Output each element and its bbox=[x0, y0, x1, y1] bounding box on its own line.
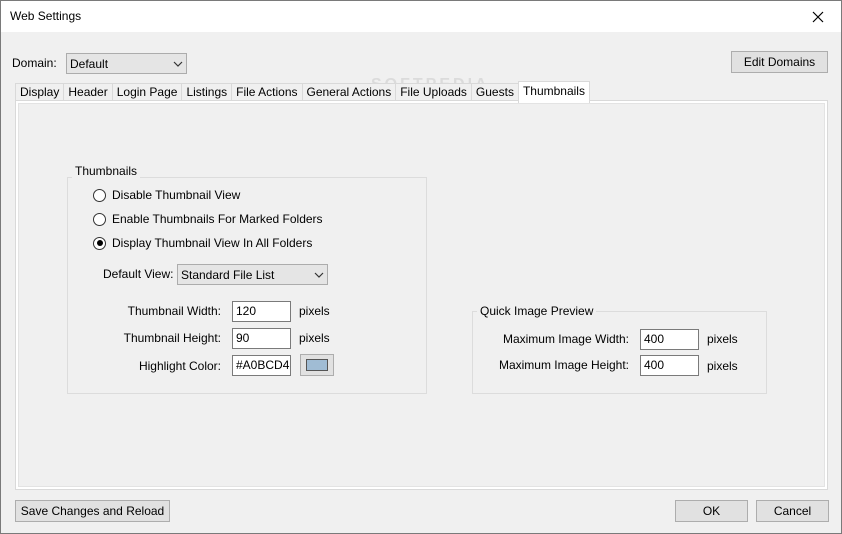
radio-button-selected[interactable] bbox=[93, 236, 106, 250]
cancel-button[interactable]: Cancel bbox=[756, 500, 829, 522]
radio-enable-thumbnails-marked-folders[interactable]: Enable Thumbnails For Marked Folders bbox=[93, 212, 323, 226]
radio-button[interactable] bbox=[93, 188, 106, 202]
color-swatch bbox=[306, 359, 328, 371]
thumbnail-width-label: Thumbnail Width: bbox=[127, 304, 221, 318]
domain-select-value: Default bbox=[70, 56, 109, 71]
thumbnail-width-input[interactable]: 120 bbox=[232, 301, 291, 322]
default-view-select[interactable]: Standard File List bbox=[177, 264, 328, 285]
max-image-width-unit: pixels bbox=[707, 332, 738, 346]
ok-button[interactable]: OK bbox=[675, 500, 748, 522]
chevron-down-icon bbox=[311, 265, 327, 284]
chevron-down-icon bbox=[170, 54, 186, 73]
domain-select[interactable]: Default bbox=[66, 53, 187, 74]
radio-label: Display Thumbnail View In All Folders bbox=[112, 236, 313, 250]
highlight-color-input[interactable]: #A0BCD4 bbox=[232, 355, 291, 376]
highlight-color-label: Highlight Color: bbox=[138, 359, 221, 373]
web-settings-window: Web Settings Domain: Default Edit Domain… bbox=[0, 0, 842, 534]
thumbnail-height-input[interactable]: 90 bbox=[232, 328, 291, 349]
radio-button[interactable] bbox=[93, 212, 106, 226]
settings-tabs: Display Header Login Page Listings File … bbox=[15, 81, 590, 103]
edit-domains-button[interactable]: Edit Domains bbox=[731, 51, 828, 73]
max-image-height-input[interactable]: 400 bbox=[640, 355, 699, 376]
thumbnail-height-unit: pixels bbox=[299, 331, 330, 345]
title-bar: Web Settings bbox=[1, 1, 841, 32]
thumbnails-group-title: Thumbnails bbox=[72, 164, 141, 178]
quick-image-preview-group bbox=[472, 311, 767, 394]
domain-label: Domain: bbox=[12, 56, 57, 70]
close-icon bbox=[812, 11, 824, 22]
radio-label: Enable Thumbnails For Marked Folders bbox=[112, 212, 323, 226]
thumbnail-width-unit: pixels bbox=[299, 304, 330, 318]
color-picker-button[interactable] bbox=[300, 354, 334, 376]
quick-image-preview-title: Quick Image Preview bbox=[477, 304, 597, 318]
save-changes-reload-button[interactable]: Save Changes and Reload bbox=[15, 500, 170, 522]
thumbnail-height-label: Thumbnail Height: bbox=[123, 331, 221, 345]
max-image-height-label: Maximum Image Height: bbox=[498, 358, 629, 372]
default-view-value: Standard File List bbox=[181, 267, 275, 282]
max-image-width-label: Maximum Image Width: bbox=[502, 332, 629, 346]
default-view-label: Default View: bbox=[103, 267, 174, 281]
window-title: Web Settings bbox=[10, 9, 82, 23]
radio-disable-thumbnail-view[interactable]: Disable Thumbnail View bbox=[93, 188, 240, 202]
radio-display-thumbnail-all-folders[interactable]: Display Thumbnail View In All Folders bbox=[93, 236, 312, 250]
max-image-height-unit: pixels bbox=[707, 359, 738, 373]
tab-thumbnails[interactable]: Thumbnails bbox=[517, 81, 590, 103]
close-button[interactable] bbox=[795, 1, 841, 32]
max-image-width-input[interactable]: 400 bbox=[640, 329, 699, 350]
radio-label: Disable Thumbnail View bbox=[112, 188, 241, 202]
